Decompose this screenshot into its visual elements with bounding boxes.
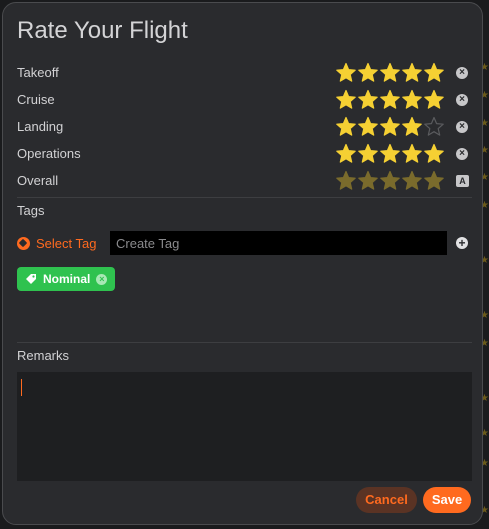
star-icon[interactable] xyxy=(401,170,423,192)
star-icon[interactable] xyxy=(401,62,423,84)
star-rating xyxy=(335,170,445,192)
star-icon[interactable] xyxy=(335,170,357,192)
star-icon[interactable] xyxy=(357,116,379,138)
star-icon[interactable] xyxy=(357,170,379,192)
rating-row-overall: Overall A xyxy=(17,170,472,192)
remarks-textarea[interactable] xyxy=(17,372,472,481)
star-icon[interactable] xyxy=(379,62,401,84)
clear-circle-icon[interactable]: × xyxy=(456,121,468,133)
clear-circle-icon[interactable]: × xyxy=(456,148,468,160)
star-icon[interactable] xyxy=(401,116,423,138)
remove-circle-icon[interactable]: × xyxy=(96,273,108,285)
rating-row-operations: Operations × xyxy=(17,143,472,165)
rating-label: Cruise xyxy=(17,92,55,107)
create-tag-input[interactable] xyxy=(110,231,447,255)
star-icon[interactable] xyxy=(357,89,379,111)
star-icon[interactable] xyxy=(423,170,445,192)
star-icon[interactable] xyxy=(401,89,423,111)
star-icon[interactable] xyxy=(423,89,445,111)
star-icon[interactable] xyxy=(379,116,401,138)
star-icon[interactable] xyxy=(379,89,401,111)
rating-row-cruise: Cruise × xyxy=(17,89,472,111)
star-icon[interactable] xyxy=(357,143,379,165)
star-icon[interactable] xyxy=(401,143,423,165)
cancel-button[interactable]: Cancel xyxy=(356,487,417,513)
star-icon[interactable] xyxy=(379,143,401,165)
star-rating xyxy=(335,116,445,138)
star-rating xyxy=(335,143,445,165)
select-tag-button[interactable]: Select Tag xyxy=(17,234,96,252)
star-icon[interactable] xyxy=(335,143,357,165)
save-button[interactable]: Save xyxy=(423,487,471,513)
tag-circle-icon xyxy=(17,236,30,250)
star-icon[interactable] xyxy=(423,116,445,138)
star-icon[interactable] xyxy=(357,62,379,84)
select-tag-label: Select Tag xyxy=(36,235,97,251)
rating-label: Overall xyxy=(17,173,59,188)
clear-circle-icon[interactable]: × xyxy=(456,67,468,79)
rating-label: Landing xyxy=(17,119,64,134)
star-icon[interactable] xyxy=(423,62,445,84)
auto-badge-icon[interactable]: A xyxy=(456,175,469,187)
rating-label: Operations xyxy=(17,146,81,161)
rating-row-landing: Landing × xyxy=(17,116,472,138)
divider xyxy=(17,342,472,343)
tag-chip-label: Nominal xyxy=(43,272,91,286)
tag-icon xyxy=(25,273,37,285)
text-caret xyxy=(21,379,22,396)
dialog-title: Rate Your Flight xyxy=(17,17,188,44)
rating-label: Takeoff xyxy=(17,65,59,80)
divider xyxy=(17,197,472,198)
star-rating xyxy=(335,62,445,84)
star-icon[interactable] xyxy=(423,143,445,165)
star-rating xyxy=(335,89,445,111)
plus-circle-icon[interactable]: + xyxy=(456,237,468,249)
rating-row-takeoff: Takeoff × xyxy=(17,62,472,84)
rate-flight-dialog: Rate Your Flight Takeoff × Cruise × Landing ×… xyxy=(2,2,483,525)
tag-chip-nominal[interactable]: Nominal × xyxy=(17,267,116,291)
remarks-section-label: Remarks xyxy=(17,348,70,363)
star-icon[interactable] xyxy=(335,89,357,111)
star-icon[interactable] xyxy=(335,62,357,84)
tags-section-label: Tags xyxy=(17,203,45,218)
star-icon[interactable] xyxy=(379,170,401,192)
clear-circle-icon[interactable]: × xyxy=(456,94,468,106)
star-icon[interactable] xyxy=(335,116,357,138)
